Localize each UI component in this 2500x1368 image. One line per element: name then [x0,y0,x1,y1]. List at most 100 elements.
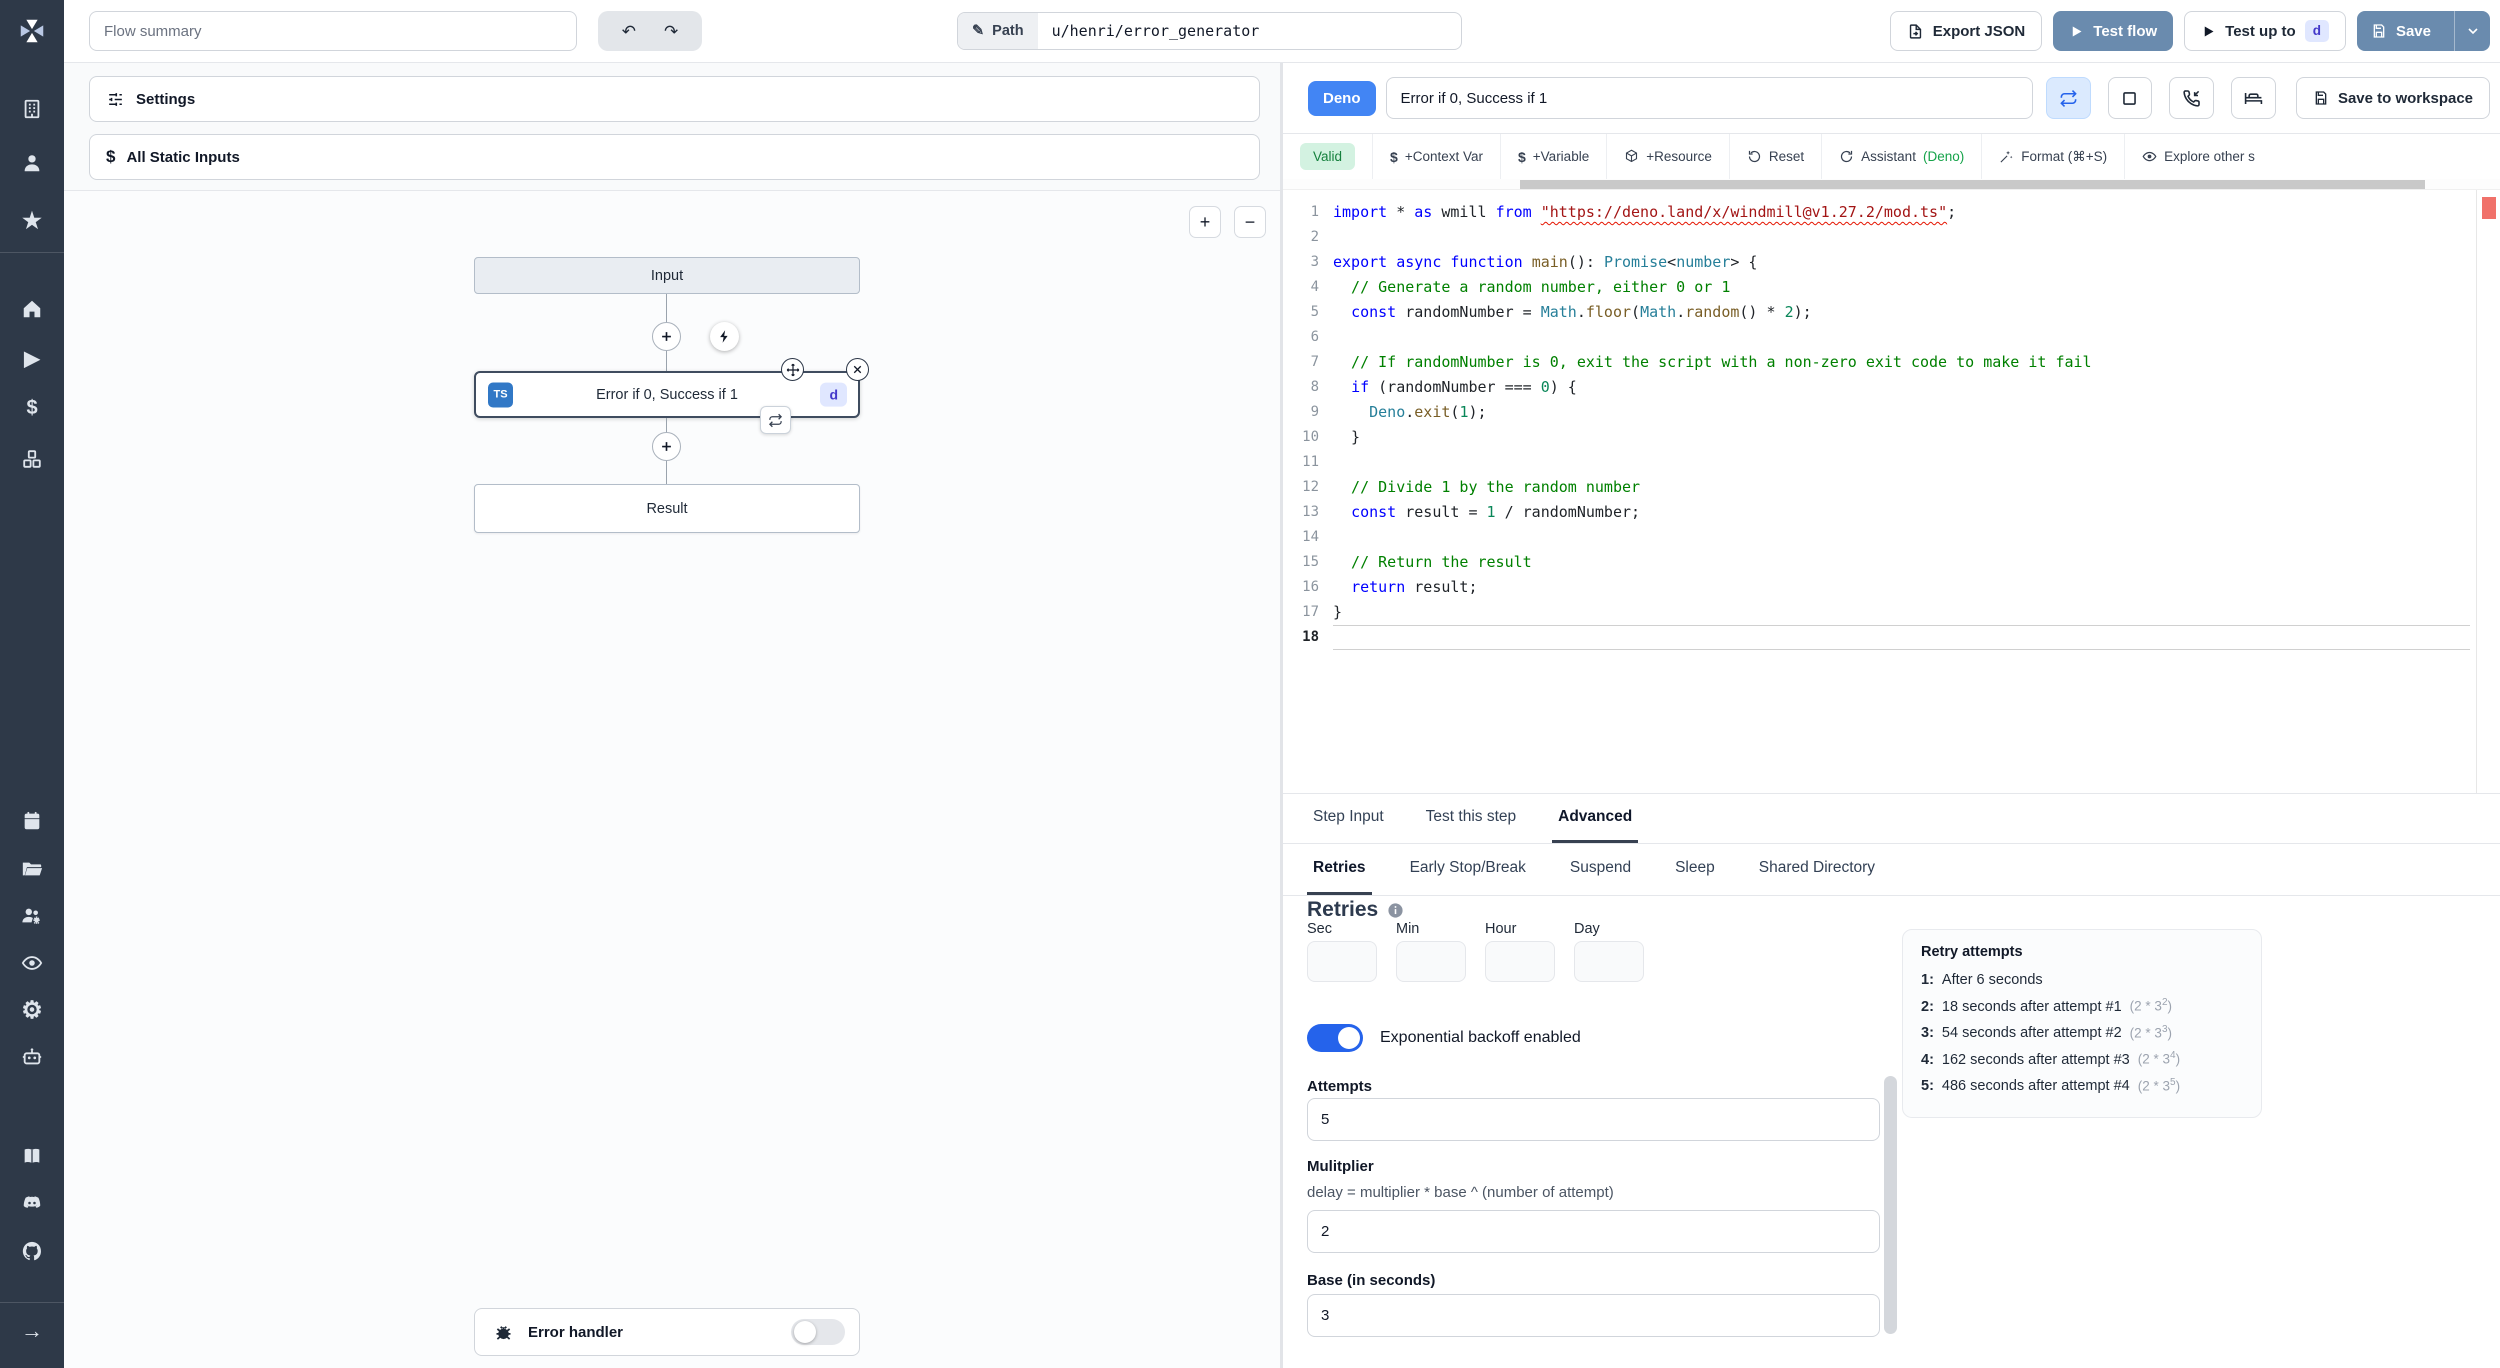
test-up-to-button[interactable]: Test up to d [2184,11,2346,51]
flow-settings-button[interactable]: Settings [89,76,1260,122]
typescript-badge: TS [488,382,513,407]
code-line-14[interactable]: 14 [1283,525,2470,550]
windmill-logo-icon[interactable] [0,16,64,46]
resources-blocks-icon[interactable] [0,448,64,470]
retry-indicator-button[interactable] [760,406,791,434]
add-context-var-button[interactable]: $ +Context Var [1372,134,1500,179]
editor-header: Deno Save to workspace [1283,63,2500,134]
code-line-6[interactable]: 6 [1283,325,2470,350]
multiplier-input[interactable] [1307,1210,1880,1253]
code-line-4[interactable]: 4 // Generate a random number, either 0 … [1283,275,2470,300]
close-icon [853,365,862,374]
all-static-inputs-button[interactable]: $ All Static Inputs [89,134,1260,180]
favorites-star-icon[interactable]: ★ [0,208,64,234]
code-line-7[interactable]: 7 // If randomNumber is 0, exit the scri… [1283,350,2470,375]
export-json-button[interactable]: Export JSON [1889,11,2043,51]
input-node[interactable]: Input [474,257,860,294]
retry-hour-input[interactable] [1485,941,1555,982]
audit-eye-icon[interactable] [0,952,64,974]
add-variable-button[interactable]: $ +Variable [1500,134,1606,179]
sleep-bed-button[interactable] [2231,77,2276,119]
path-field: ✎ Path u/henri/error_generator [957,12,1462,50]
error-handler-toggle[interactable] [791,1319,845,1345]
retry-sec-input[interactable] [1307,941,1377,982]
tab-advanced[interactable]: Advanced [1552,794,1639,843]
folders-icon[interactable] [0,858,64,880]
step-title-input[interactable] [1385,77,2033,119]
workspace-building-icon[interactable] [0,98,64,120]
explore-scripts-button[interactable]: Explore other s [2124,134,2272,179]
result-node[interactable]: Result [474,484,860,533]
code-line-13[interactable]: 13 const result = 1 / randomNumber; [1283,500,2470,525]
code-line-5[interactable]: 5 const randomNumber = Math.floor(Math.r… [1283,300,2470,325]
code-line-11[interactable]: 11 [1283,450,2470,475]
path-value[interactable]: u/henri/error_generator [1038,13,1274,49]
home-icon[interactable] [0,298,64,320]
tab-suspend[interactable]: Suspend [1564,844,1637,895]
code-line-18[interactable]: 18 [1283,625,2470,650]
tab-step-input[interactable]: Step Input [1307,794,1390,843]
format-button[interactable]: Format (⌘+S) [1981,134,2124,179]
error-handler-row[interactable]: Error handler [474,1308,860,1356]
save-to-workspace-button[interactable]: Save to workspace [2295,77,2491,119]
variables-dollar-icon[interactable]: $ [0,397,64,420]
settings-gear-icon[interactable]: ⚙ [0,996,64,1025]
save-dropdown-chevron[interactable] [2454,11,2490,51]
code-line-2[interactable]: 2 [1283,225,2470,250]
flow-summary-input[interactable] [89,11,577,51]
user-icon[interactable] [0,152,64,174]
add-step-button[interactable] [652,432,681,461]
schedules-calendar-icon[interactable] [0,810,64,832]
save-button[interactable]: Save [2356,11,2490,51]
expand-arrow-icon[interactable]: → [0,1318,64,1344]
retry-time-column-day: Day [1574,921,1644,982]
move-step-button[interactable] [781,358,804,381]
code-line-17[interactable]: 17} [1283,600,2470,625]
test-flow-button[interactable]: Test flow [2053,11,2174,51]
retry-min-input[interactable] [1396,941,1466,982]
undo-icon[interactable]: ↶ [622,23,636,40]
tab-early-stop-break[interactable]: Early Stop/Break [1404,844,1532,895]
retry-day-input[interactable] [1574,941,1644,982]
content-scrollbar-thumb[interactable] [1884,1076,1897,1334]
code-line-16[interactable]: 16 return result; [1283,575,2470,600]
add-resource-button[interactable]: +Resource [1606,134,1729,179]
code-line-1[interactable]: 1 import * as wmill from "https://deno.la… [1283,200,2470,225]
exponential-backoff-toggle[interactable] [1307,1024,1363,1052]
reset-button[interactable]: Reset [1728,134,1821,179]
ai-robot-icon[interactable] [0,1046,64,1068]
tab-retries[interactable]: Retries [1307,844,1372,895]
tab-test-this-step[interactable]: Test this step [1420,794,1522,843]
github-icon[interactable] [0,1240,64,1262]
info-icon[interactable] [1387,902,1404,919]
code-line-15[interactable]: 15 // Return the result [1283,550,2470,575]
code-line-3[interactable]: 3 export async function main(): Promise<n… [1283,250,2470,275]
zoom-in-button[interactable]: + [1189,206,1221,238]
retry-toggle-button[interactable] [2045,77,2091,119]
discord-icon[interactable] [0,1192,64,1214]
flow-canvas[interactable]: + − Input TS Error if 0, Success if 1 d [64,190,1280,1368]
redo-icon[interactable]: ↷ [664,23,678,40]
tab-shared-directory[interactable]: Shared Directory [1753,844,1881,895]
add-step-button[interactable] [652,322,681,351]
docs-book-icon[interactable] [0,1145,64,1167]
stop-square-button[interactable] [2107,77,2153,119]
attempts-input[interactable] [1307,1098,1880,1141]
delete-step-button[interactable] [846,358,869,381]
code-line-10[interactable]: 10 } [1283,425,2470,450]
code-line-8[interactable]: 8 if (randomNumber === 0) { [1283,375,2470,400]
suspend-phone-button[interactable] [2169,77,2215,119]
square-icon [2123,91,2137,105]
zoom-out-button[interactable]: − [1234,206,1266,238]
runs-play-icon[interactable]: ▶ [0,346,64,371]
workers-users-gear-icon[interactable] [0,905,64,927]
tab-sleep[interactable]: Sleep [1669,844,1721,895]
code-line-9[interactable]: 9 Deno.exit(1); [1283,400,2470,425]
assistant-button[interactable]: Assistant (Deno) [1821,134,1981,179]
toolbar-scrollbar-thumb[interactable] [1520,180,2425,189]
base-input[interactable] [1307,1294,1880,1337]
trigger-bolt-button[interactable] [710,322,739,351]
code-line-12[interactable]: 12 // Divide 1 by the random number [1283,475,2470,500]
step-node-selected[interactable]: TS Error if 0, Success if 1 d [474,371,860,418]
code-editor[interactable]: 1 import * as wmill from "https://deno.la… [1283,190,2500,794]
